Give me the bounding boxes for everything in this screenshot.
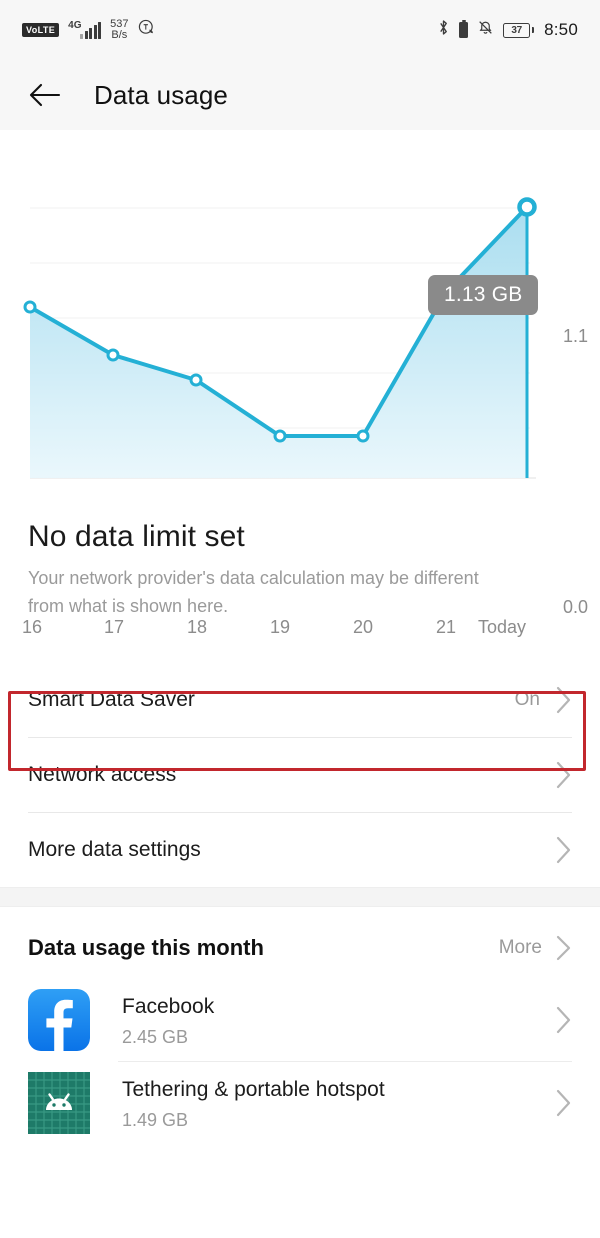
app-name: Tethering & portable hotspot xyxy=(122,1078,385,1101)
volte-badge: VoLTE xyxy=(22,23,60,37)
usage-this-month-section: Data usage this month More Facebook 2.45… xyxy=(0,907,600,1144)
network-gen-label: 4G xyxy=(68,19,82,31)
chevron-right-icon[interactable] xyxy=(556,935,572,961)
usage-more-label[interactable]: More xyxy=(499,937,542,959)
data-limit-section: No data limit set Your network provider'… xyxy=(0,520,600,620)
status-bar-left: VoLTE 4G 537 B/s xyxy=(22,19,155,41)
app-text: Tethering & portable hotspot 1.49 GB xyxy=(122,1075,556,1131)
page-title: Data usage xyxy=(94,79,228,110)
x-axis-tick-1: 17 xyxy=(103,617,125,637)
row-smart-data-saver[interactable]: Smart Data Saver On xyxy=(0,663,600,737)
app-size: 2.45 GB xyxy=(122,1027,189,1047)
android-hotspot-icon xyxy=(28,1072,90,1134)
x-axis-tick-4: 20 xyxy=(352,617,374,637)
battery-percent: 37 xyxy=(503,22,531,38)
app-row-facebook[interactable]: Facebook 2.45 GB xyxy=(0,979,600,1061)
facebook-icon xyxy=(28,989,90,1051)
bluetooth-icon xyxy=(438,19,449,41)
row-more-data-settings[interactable]: More data settings xyxy=(0,813,600,887)
row-label: More data settings xyxy=(28,838,201,861)
chevron-right-icon xyxy=(556,1006,572,1034)
row-label: Smart Data Saver xyxy=(28,688,195,711)
signal-bars-icon: 4G xyxy=(68,19,102,39)
chevron-right-icon xyxy=(556,761,572,789)
battery-cap xyxy=(531,27,535,33)
x-axis-tick-6: Today xyxy=(477,617,527,637)
chart-tooltip: 1.13 GB xyxy=(428,275,539,315)
row-value: On xyxy=(514,689,540,710)
chevron-right-icon xyxy=(556,686,572,714)
data-usage-screen: VoLTE 4G 537 B/s 37 8:50 Data usage 1.13… xyxy=(0,0,600,1238)
x-axis-tick-5: 21 xyxy=(435,617,457,637)
data-usage-chart: 1.13 GB 1.1 0.0 16 17 18 19 20 21 Today xyxy=(0,130,600,637)
eye-comfort-icon xyxy=(138,19,155,41)
mute-icon xyxy=(478,19,493,41)
data-limit-title: No data limit set xyxy=(28,520,245,553)
settings-rows: Smart Data Saver On Network access More … xyxy=(0,663,600,887)
row-network-access[interactable]: Network access xyxy=(0,738,600,812)
app-name: Facebook xyxy=(122,995,215,1018)
x-axis-tick-2: 18 xyxy=(186,617,208,637)
usage-section-title: Data usage this month xyxy=(28,935,264,960)
chart-canvas xyxy=(23,197,537,479)
data-rate-indicator: 537 B/s xyxy=(110,19,128,41)
app-row-tethering[interactable]: Tethering & portable hotspot 1.49 GB xyxy=(0,1062,600,1144)
vibrate-icon xyxy=(459,19,469,38)
y-axis-label-min: 0.0 xyxy=(562,597,588,617)
usage-section-header: Data usage this month More xyxy=(0,907,600,979)
back-arrow-icon[interactable] xyxy=(28,78,62,112)
status-bar-clock: 8:50 xyxy=(544,20,578,39)
x-axis-tick-3: 19 xyxy=(269,617,291,637)
data-limit-subtitle: Your network provider's data calculation… xyxy=(28,568,479,616)
x-axis-tick-0: 16 xyxy=(21,617,43,637)
y-axis-label-max: 1.1 xyxy=(562,326,588,346)
app-text: Facebook 2.45 GB xyxy=(122,992,556,1048)
chevron-right-icon xyxy=(556,1089,572,1117)
chevron-right-icon xyxy=(556,836,572,864)
data-rate-unit: B/s xyxy=(111,29,128,41)
x-axis-labels: 16 17 18 19 20 21 Today xyxy=(0,617,600,647)
section-separator xyxy=(0,887,600,907)
app-bar: Data usage xyxy=(0,60,600,130)
status-bar: VoLTE 4G 537 B/s 37 8:50 xyxy=(0,0,600,60)
row-label: Network access xyxy=(28,763,177,786)
battery-icon: 37 xyxy=(503,22,535,38)
status-bar-right: 37 8:50 xyxy=(438,19,578,41)
app-size: 1.49 GB xyxy=(122,1110,189,1130)
